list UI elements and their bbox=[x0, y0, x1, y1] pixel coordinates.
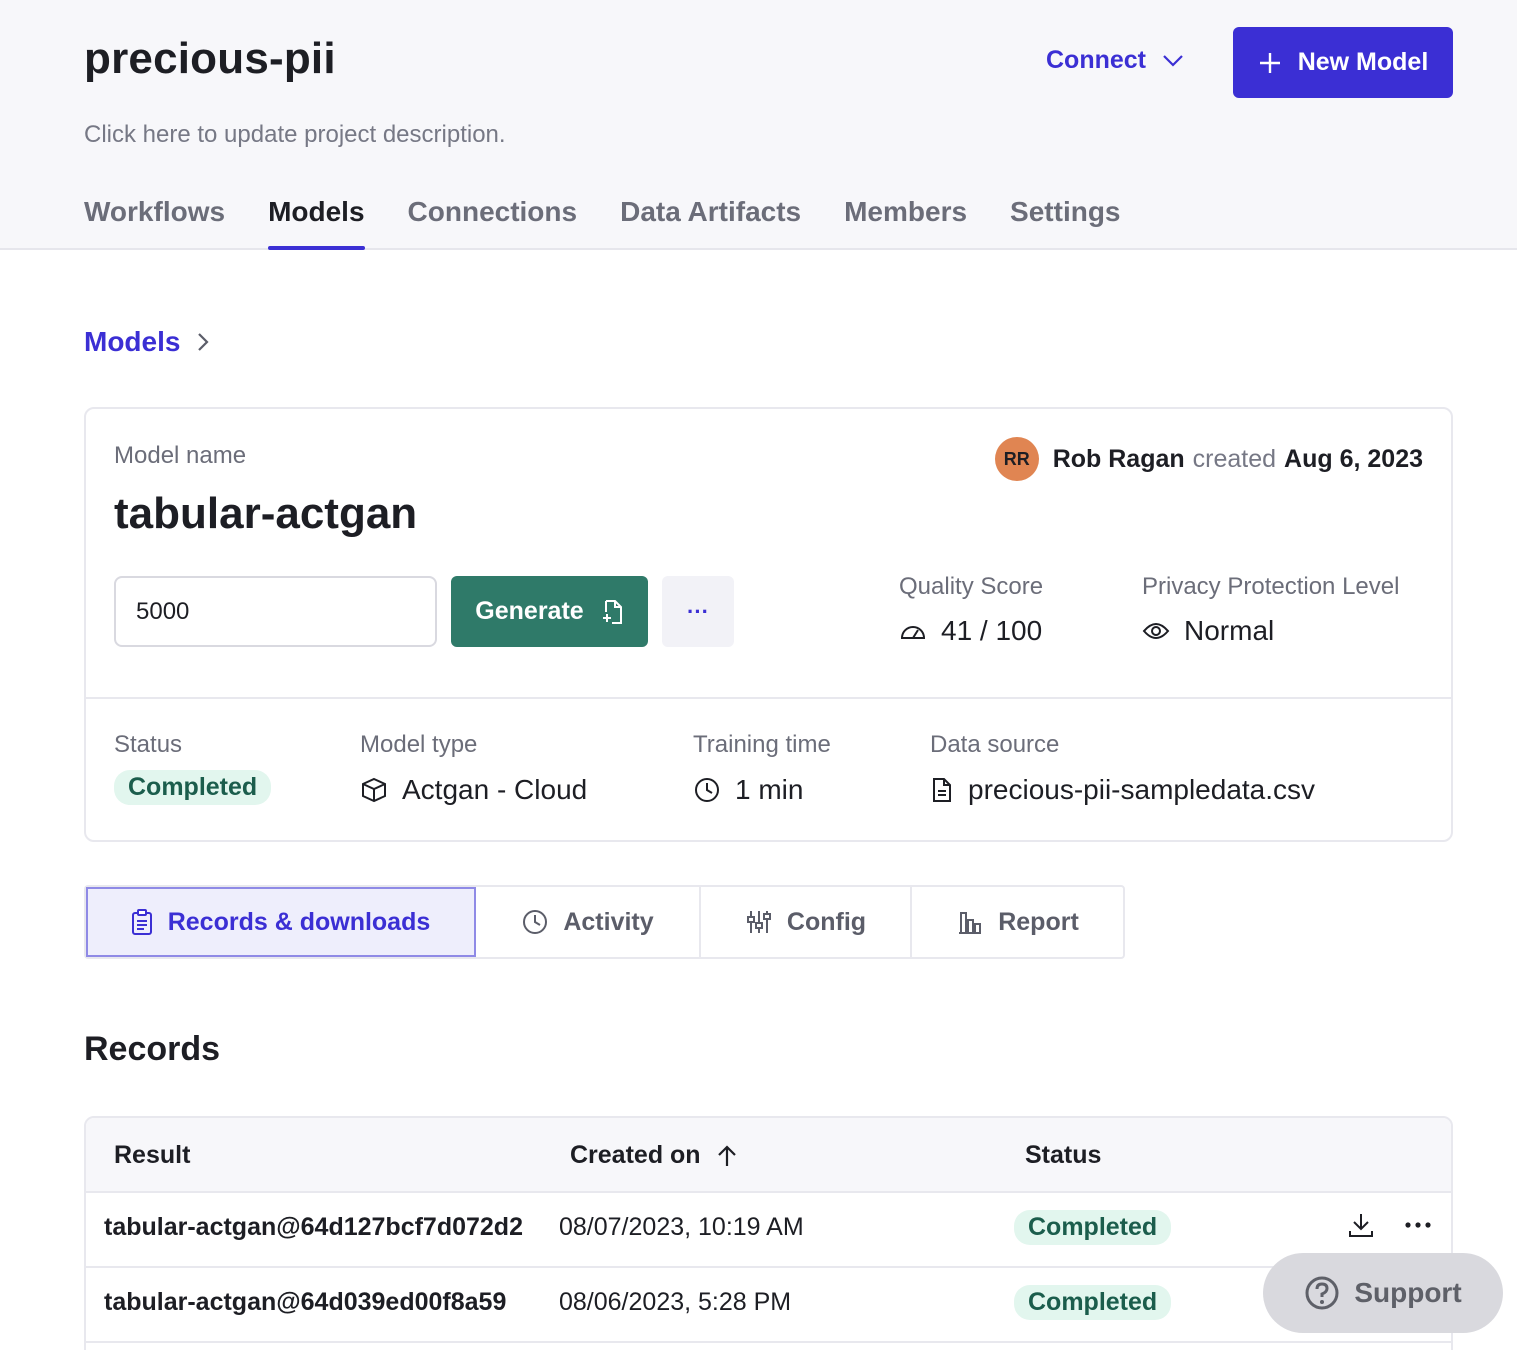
project-nav: Workflows Models Connections Data Artifa… bbox=[84, 196, 1121, 250]
clock-icon bbox=[695, 778, 719, 802]
project-title: precious-pii bbox=[84, 34, 336, 83]
record-status: Completed bbox=[1014, 1210, 1172, 1245]
tab-data-artifacts[interactable]: Data Artifacts bbox=[620, 196, 801, 250]
creator-info: RR Rob Ragan created Aug 6, 2023 bbox=[994, 437, 1423, 481]
model-name-label: Model name bbox=[114, 442, 247, 469]
record-result[interactable]: tabular-actgan@64d127bcf7d072d2 bbox=[104, 1213, 523, 1242]
generate-button[interactable]: Generate bbox=[451, 576, 648, 647]
tab-records-label: Records & downloads bbox=[167, 907, 431, 936]
status-badge: Completed bbox=[1014, 1210, 1172, 1245]
privacy-level-label: Privacy Protection Level bbox=[1142, 573, 1400, 600]
tab-models[interactable]: Models bbox=[268, 196, 366, 250]
quality-score-value: 41 / 100 bbox=[941, 615, 1043, 646]
bar-chart-icon bbox=[959, 912, 982, 934]
file-add-icon bbox=[602, 599, 622, 624]
record-status: Completed bbox=[1014, 1285, 1172, 1320]
support-label: Support bbox=[1354, 1277, 1462, 1308]
tab-settings[interactable]: Settings bbox=[1010, 196, 1120, 250]
gauge-icon bbox=[900, 626, 926, 639]
chevron-down-icon bbox=[1163, 54, 1183, 67]
creator-name: Rob Ragan bbox=[1052, 444, 1185, 473]
status-badge: Completed bbox=[1014, 1285, 1172, 1320]
support-button[interactable]: Support bbox=[1263, 1253, 1503, 1333]
data-source-label: Data source bbox=[930, 731, 1060, 758]
records-heading: Records bbox=[84, 1030, 221, 1068]
table-row: tabular-actgan@64d127bcf7d072d2 08/07/20… bbox=[86, 1193, 1451, 1268]
help-circle-icon bbox=[1305, 1276, 1339, 1310]
data-source-value[interactable]: precious-pii-sampledata.csv bbox=[968, 774, 1315, 806]
tab-activity[interactable]: Activity bbox=[476, 887, 701, 957]
training-time: 1 min bbox=[693, 774, 803, 806]
breadcrumb-models[interactable]: Models bbox=[84, 326, 180, 358]
eye-icon bbox=[1142, 623, 1170, 639]
project-header: precious-pii Click here to update projec… bbox=[0, 0, 1517, 250]
table-row: tabular-actgan@64d039ed00f8a59 08/06/202… bbox=[86, 1268, 1451, 1343]
model-type-value: Actgan - Cloud bbox=[402, 774, 588, 805]
more-options-button[interactable]: ··· bbox=[662, 576, 734, 647]
connect-label: Connect bbox=[1046, 46, 1146, 74]
column-result[interactable]: Result bbox=[114, 1141, 190, 1170]
cube-icon bbox=[362, 777, 386, 803]
tab-members[interactable]: Members bbox=[844, 196, 967, 250]
tab-report[interactable]: Report bbox=[912, 887, 1123, 957]
document-icon bbox=[933, 778, 951, 802]
training-time-label: Training time bbox=[693, 731, 831, 758]
data-source[interactable]: precious-pii-sampledata.csv bbox=[930, 774, 1315, 806]
status-badge: Completed bbox=[114, 770, 272, 805]
tab-workflows[interactable]: Workflows bbox=[84, 196, 225, 250]
created-date: Aug 6, 2023 bbox=[1284, 444, 1423, 473]
plus-icon bbox=[1259, 52, 1280, 73]
record-created: 08/07/2023, 10:19 AM bbox=[559, 1213, 804, 1241]
arrow-up-icon bbox=[717, 1144, 736, 1166]
more-horizontal-icon[interactable] bbox=[1405, 1221, 1431, 1229]
new-model-button[interactable]: New Model bbox=[1233, 27, 1453, 98]
generate-label: Generate bbox=[475, 597, 584, 625]
download-icon[interactable] bbox=[1347, 1211, 1375, 1239]
breadcrumb[interactable]: Models bbox=[84, 326, 210, 358]
privacy-level-value: Normal bbox=[1184, 615, 1275, 646]
clipboard-icon bbox=[131, 909, 152, 935]
quality-score-label: Quality Score bbox=[899, 573, 1044, 600]
clock-icon bbox=[523, 910, 548, 934]
records-table: Result Created on Status tabular-actgan@… bbox=[84, 1116, 1453, 1350]
quality-score: 41 / 100 bbox=[899, 615, 1042, 647]
connect-dropdown[interactable]: Connect bbox=[1046, 46, 1184, 75]
model-type-label: Model type bbox=[360, 731, 478, 758]
new-model-label: New Model bbox=[1297, 48, 1429, 76]
model-name: tabular-actgan bbox=[114, 489, 418, 538]
privacy-level: Normal bbox=[1142, 615, 1274, 647]
model-card: Model name tabular-actgan RR Rob Ragan c… bbox=[84, 407, 1453, 842]
tab-config[interactable]: Config bbox=[701, 887, 912, 957]
chevron-right-icon bbox=[198, 333, 210, 351]
record-count-input[interactable] bbox=[114, 576, 437, 647]
created-word: created bbox=[1192, 444, 1277, 473]
tab-records-downloads[interactable]: Records & downloads bbox=[86, 887, 476, 957]
record-result[interactable]: tabular-actgan@64d039ed00f8a59 bbox=[104, 1288, 506, 1317]
training-time-value: 1 min bbox=[735, 774, 804, 805]
status-value: Completed bbox=[114, 770, 272, 805]
row-actions bbox=[1347, 1211, 1431, 1239]
sliders-icon bbox=[746, 911, 771, 933]
record-created: 08/06/2023, 5:28 PM bbox=[559, 1288, 792, 1316]
column-created-on[interactable]: Created on bbox=[570, 1141, 737, 1170]
project-description[interactable]: Click here to update project description… bbox=[84, 121, 506, 149]
tab-activity-label: Activity bbox=[563, 907, 654, 936]
avatar: RR bbox=[994, 437, 1039, 481]
column-status[interactable]: Status bbox=[1025, 1141, 1101, 1170]
tab-report-label: Report bbox=[998, 907, 1079, 936]
tab-config-label: Config bbox=[786, 907, 867, 936]
card-divider bbox=[86, 697, 1451, 699]
model-detail-tabs: Records & downloads Activity Config Repo… bbox=[84, 885, 1125, 959]
table-header: Result Created on Status bbox=[86, 1118, 1451, 1193]
status-label: Status bbox=[114, 731, 183, 758]
column-created-label: Created on bbox=[570, 1141, 701, 1169]
tab-connections[interactable]: Connections bbox=[408, 196, 578, 250]
model-type: Actgan - Cloud bbox=[360, 774, 587, 806]
